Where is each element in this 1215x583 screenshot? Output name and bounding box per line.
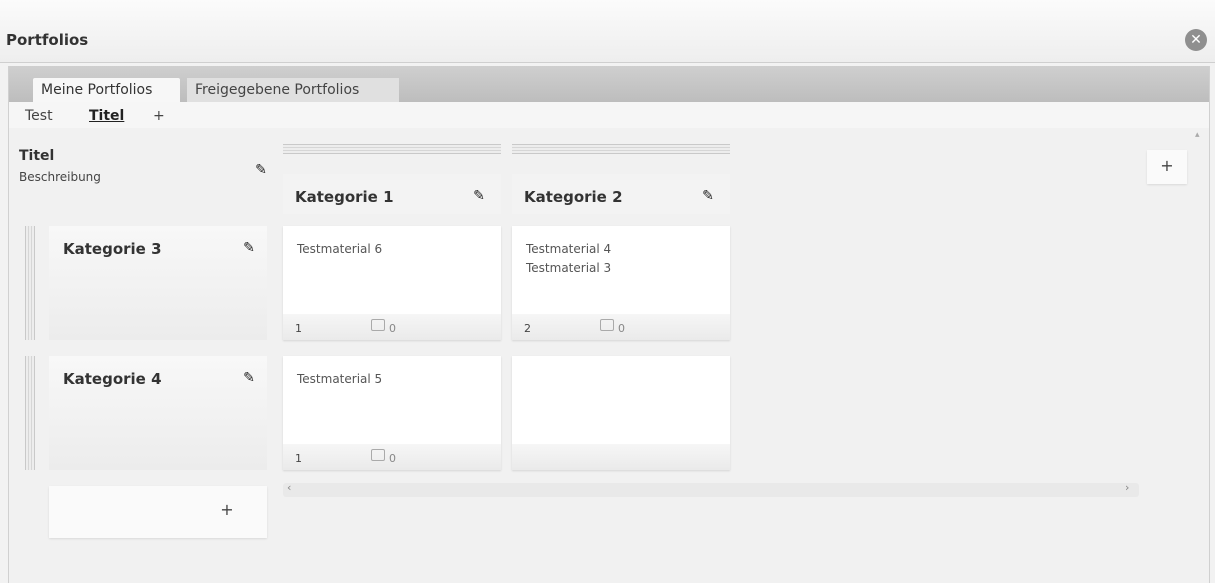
portfolio-title: Titel (19, 148, 55, 164)
tab-meine-portfolios[interactable]: Meine Portfolios (33, 78, 180, 102)
add-portfolio-button[interactable]: + (153, 108, 165, 124)
material-count: 2 (524, 322, 531, 335)
scroll-right-arrow[interactable]: › (1125, 481, 1129, 494)
edit-portfolio-icon[interactable]: ✎ (253, 162, 269, 178)
cell-material-list: Testmaterial 4 Testmaterial 3 (526, 240, 611, 278)
material-item[interactable]: Testmaterial 4 (526, 240, 611, 259)
material-item[interactable]: Testmaterial 5 (297, 370, 382, 389)
cell-footer: 1 0 (283, 314, 501, 340)
comment-icon[interactable] (371, 319, 385, 331)
add-row-area: + (49, 486, 267, 538)
tab-strip: Meine Portfolios Freigegebene Portfolios (9, 66, 1209, 102)
add-column-area: + (1147, 150, 1187, 184)
row-drag-handle[interactable] (25, 356, 35, 470)
edit-row-icon[interactable]: ✎ (241, 370, 257, 386)
window-title: Portfolios (6, 31, 89, 49)
portfolio-cell[interactable] (512, 356, 730, 470)
comment-count: 0 (389, 452, 396, 465)
cell-material-list: Testmaterial 6 (297, 240, 382, 259)
scroll-left-arrow[interactable]: ‹ (287, 481, 291, 494)
tab-freigegebene-portfolios[interactable]: Freigegebene Portfolios (187, 78, 399, 102)
row-drag-handle[interactable] (25, 226, 35, 340)
portfolio-subnav: Test Titel + (9, 102, 1209, 128)
edit-column-icon[interactable]: ✎ (700, 188, 716, 204)
material-item[interactable]: Testmaterial 3 (526, 259, 611, 278)
column-title: Kategorie 1 (295, 188, 394, 206)
comment-icon[interactable] (600, 319, 614, 331)
comment-count: 0 (618, 322, 625, 335)
column-title: Kategorie 2 (524, 188, 623, 206)
add-column-button[interactable]: + (1157, 156, 1177, 175)
cell-footer: 2 0 (512, 314, 730, 340)
cell-footer: 1 0 (283, 444, 501, 470)
row-header-kategorie-4: Kategorie 4 ✎ (49, 356, 267, 470)
comment-count: 0 (389, 322, 396, 335)
portfolio-link-test[interactable]: Test (25, 108, 53, 124)
add-row-button[interactable]: + (215, 500, 239, 519)
close-icon[interactable]: ✕ (1185, 29, 1207, 51)
row-title: Kategorie 3 (63, 240, 162, 258)
row-title: Kategorie 4 (63, 370, 162, 388)
portfolio-description: Beschreibung (19, 170, 101, 184)
portfolio-link-titel[interactable]: Titel (89, 108, 124, 124)
window-titlebar: Portfolios ✕ (0, 0, 1215, 63)
horizontal-scrollbar[interactable]: ‹ › (283, 481, 1139, 497)
column-drag-handle[interactable] (512, 144, 730, 154)
material-item[interactable]: Testmaterial 6 (297, 240, 382, 259)
column-header-kategorie-1: Kategorie 1 ✎ (283, 174, 501, 214)
material-count: 1 (295, 322, 302, 335)
edit-column-icon[interactable]: ✎ (471, 188, 487, 204)
cell-material-list: Testmaterial 5 (297, 370, 382, 389)
edit-row-icon[interactable]: ✎ (241, 240, 257, 256)
column-drag-handle[interactable] (283, 144, 501, 154)
column-header-kategorie-2: Kategorie 2 ✎ (512, 174, 730, 214)
portfolio-cell[interactable]: Testmaterial 4 Testmaterial 3 2 0 (512, 226, 730, 340)
row-header-kategorie-3: Kategorie 3 ✎ (49, 226, 267, 340)
scroll-up-arrow[interactable]: ▴ (1195, 130, 1200, 140)
material-count: 1 (295, 452, 302, 465)
portfolio-cell[interactable]: Testmaterial 5 1 0 (283, 356, 501, 470)
portfolio-panel: Meine Portfolios Freigegebene Portfolios… (8, 66, 1210, 583)
cell-footer (512, 444, 730, 470)
comment-icon[interactable] (371, 449, 385, 461)
portfolio-cell[interactable]: Testmaterial 6 1 0 (283, 226, 501, 340)
